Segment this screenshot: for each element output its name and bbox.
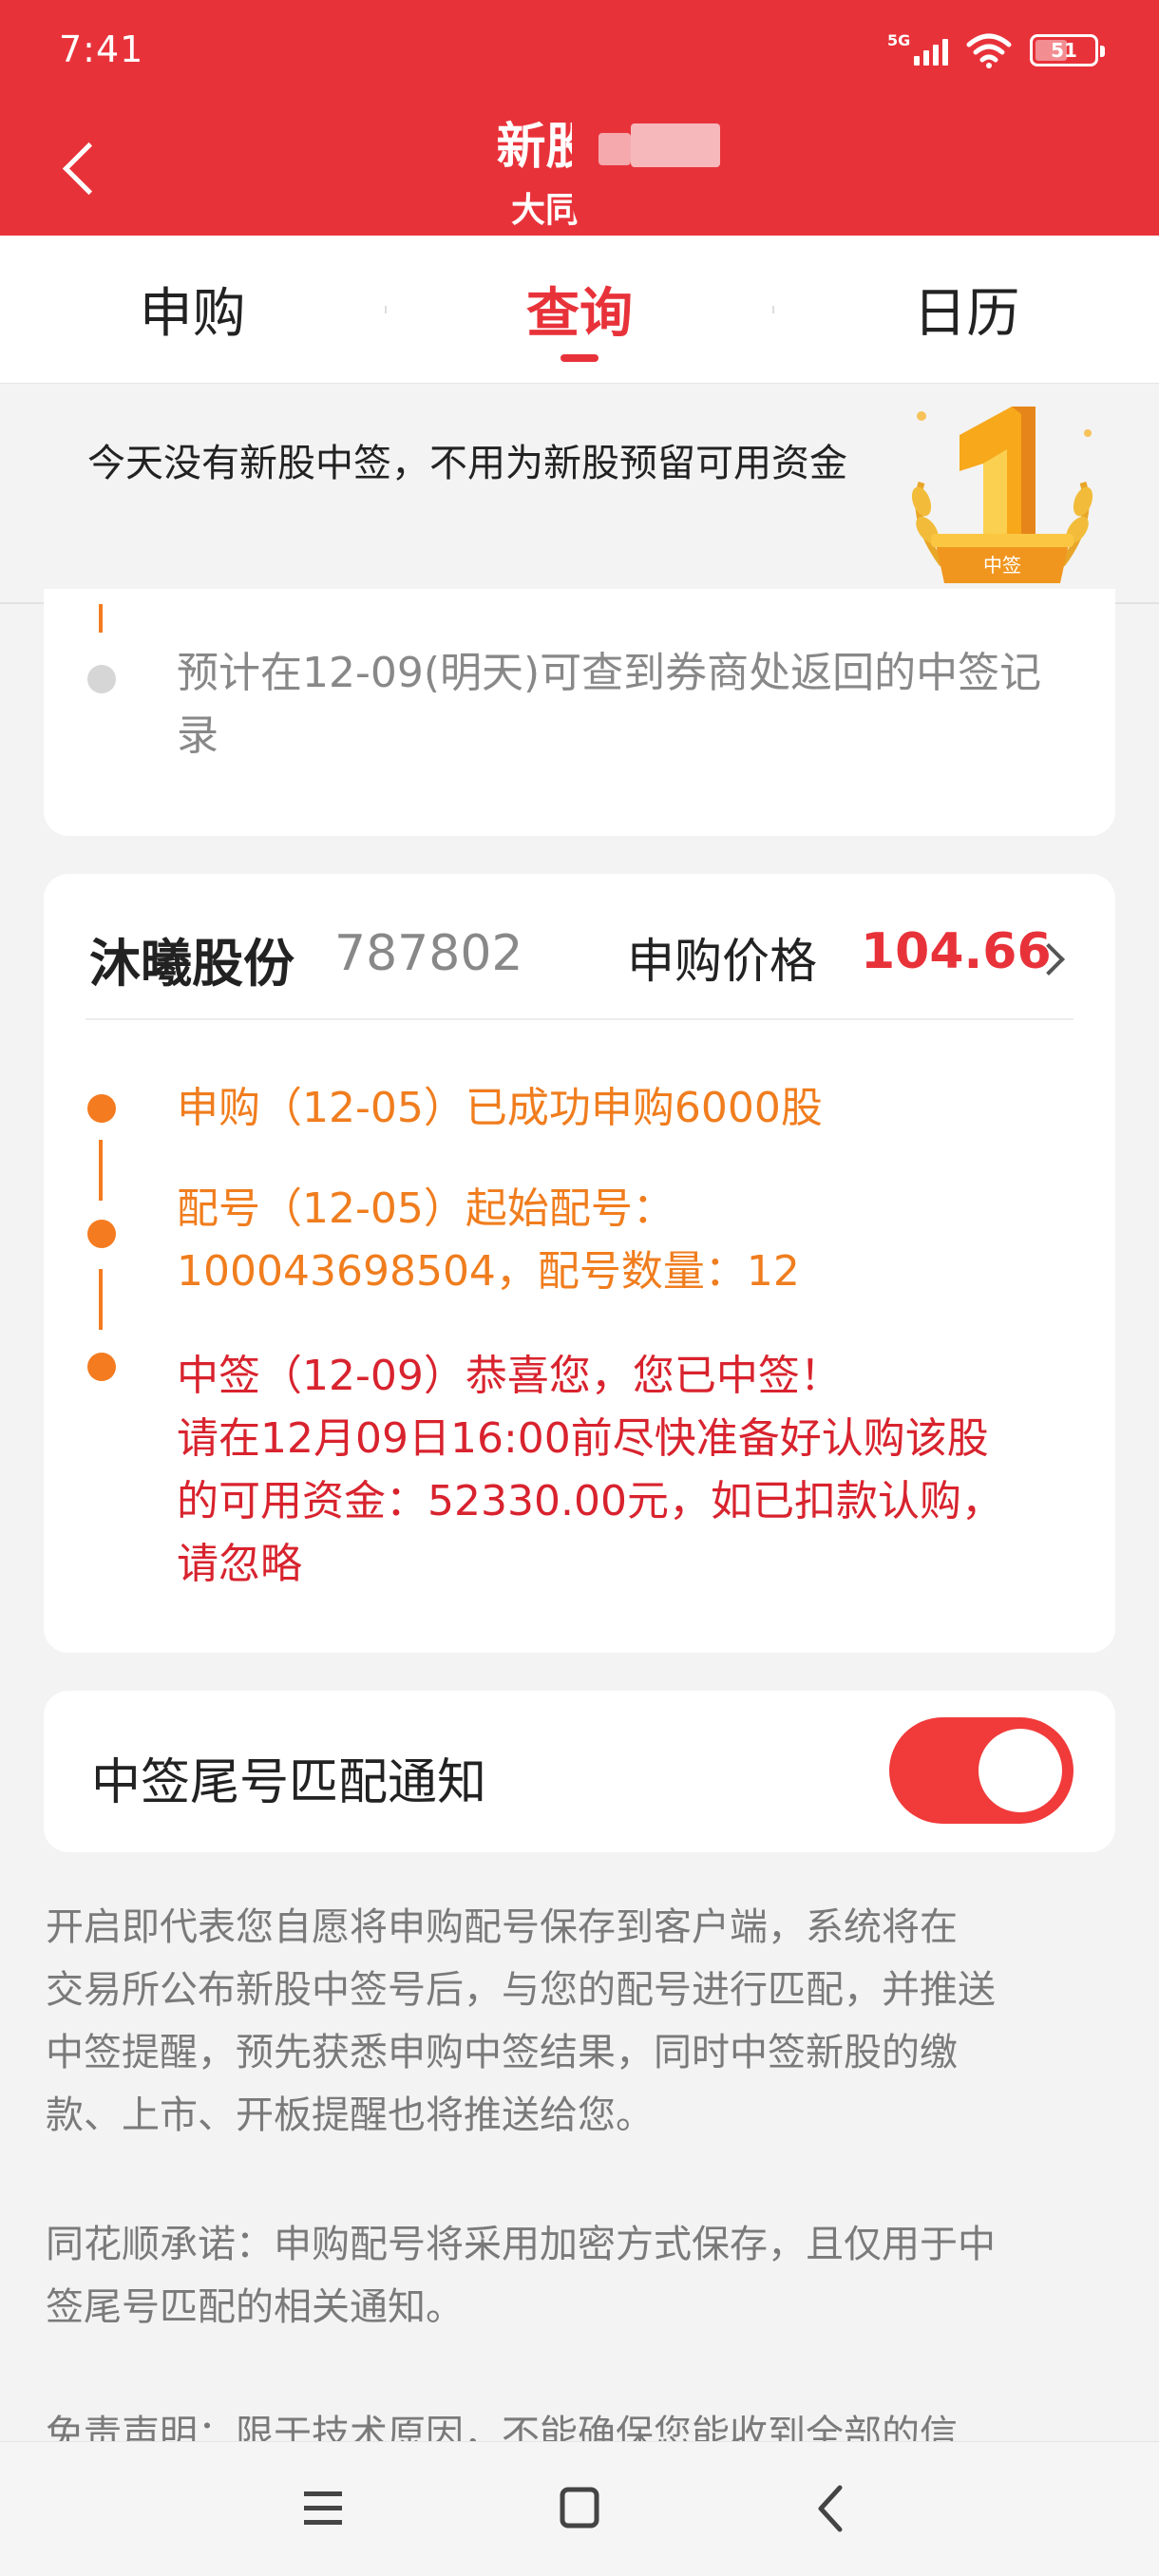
home-icon[interactable] [542,2471,618,2547]
notify-label: 中签尾号匹配通知 [91,1754,487,1811]
status-icons: 5G 51 [887,27,1105,74]
timeline-card-previous: 预计在12-09(明天)可查到券商处返回的中签记录 [44,589,1115,836]
banner-text: 今天没有新股中签，不用为新股预留可用资金 [87,442,847,485]
notify-toggle[interactable] [889,1717,1074,1824]
timeline-connector [99,604,103,633]
timeline-step-subscribe: 申购（12-05）已成功申购6000股 [177,1084,823,1132]
timeline-dot [87,1220,116,1248]
timeline-connector [99,1269,103,1330]
tab-query[interactable]: 查询 [387,236,771,383]
toggle-knob [978,1729,1062,1812]
disclaimer-paragraph-1: 开启即代表您自愿将申购配号保存到客户端，系统将在 交易所公布新股中签号后，与您的… [46,1896,1129,2147]
paragraph-line: 开启即代表您自愿将申购配号保存到客户端，系统将在 [46,1905,958,1949]
nav-back-icon[interactable] [792,2471,868,2547]
timeline-step-win-detail: 请在12月09日16:00前尽快准备好认购该股 [177,1414,989,1463]
trophy-icon: 中签 [911,407,1093,583]
timeline-dot [87,1094,116,1123]
signal-icon: 5G [887,31,948,69]
redaction-blur [598,133,631,165]
trophy-label: 中签 [983,554,1021,577]
system-nav-bar [0,2441,1159,2576]
paragraph-line: 签尾号匹配的相关通知。 [46,2285,464,2329]
stock-code: 787802 [334,925,523,982]
timeline-step-win-detail: 请忽略 [177,1540,302,1588]
price-label: 申购价格 [627,934,817,989]
paragraph-line: 中签提醒，预先获悉申购中签结果，同时中签新股的缴 [46,2031,958,2074]
wifi-icon [966,33,1012,68]
redaction-blur [631,123,720,167]
tab-calendar[interactable]: 日历 [774,236,1159,383]
status-time: 7:41 [59,28,144,70]
price-value: 104.66 [861,923,1052,980]
timeline-step-allotment: 配号（12-05）起始配号： [177,1184,674,1233]
network-type: 5G [887,31,911,49]
timeline-connector [99,1140,103,1201]
tab-bar: 申购 查询 日历 [0,236,1159,384]
timeline-step-win: 中签（12-09）恭喜您，您已中签！ [177,1352,842,1400]
paragraph-line: 交易所公布新股中签号后，与您的配号进行匹配，并推送 [46,1968,996,2012]
paragraph-line: 款、上市、开板提醒也将推送给您。 [46,2093,654,2137]
stock-card[interactable]: 沐曦股份 787802 申购价格 104.66 申购（12-05）已成功申购60… [44,874,1115,1653]
timeline-step-text: 预计在12-09(明天)可查到券商处返回的中签记录 [177,649,1042,760]
menu-icon[interactable] [285,2471,361,2547]
stock-name: 沐曦股份 [89,934,294,994]
tab-subscribe[interactable]: 申购 [0,236,385,383]
timeline-step-win-detail: 的可用资金：52330.00元，如已扣款认购， [177,1477,1003,1525]
disclaimer-paragraph-2: 同花顺承诺：申购配号将采用加密方式保存，且仅用于中 签尾号匹配的相关通知。 [46,2213,1129,2339]
notify-card: 中签尾号匹配通知 [44,1691,1115,1852]
timeline-step-allotment-detail: 100043698504，配号数量：12 [177,1247,800,1296]
divider [86,1018,1074,1020]
battery-level: 51 [1051,39,1077,62]
paragraph-line: 同花顺承诺：申购配号将采用加密方式保存，且仅用于中 [46,2223,996,2266]
timeline-dot [87,1353,116,1381]
timeline-dot-pending [87,665,116,693]
battery-icon: 51 [1030,34,1105,66]
